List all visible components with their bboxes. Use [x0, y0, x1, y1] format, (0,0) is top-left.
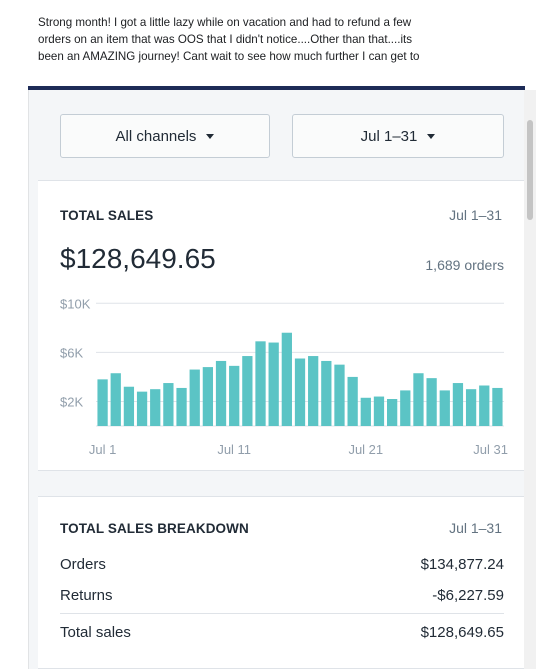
total-sales-card: TOTAL SALES Jul 1–31 $128,649.65 1,689 o…: [38, 180, 524, 471]
chart-bar[interactable]: [492, 387, 503, 426]
y-tick-label: $6K: [60, 345, 83, 360]
chart-bar[interactable]: [97, 379, 108, 426]
post-line-1: Strong month! I got a little lazy while …: [38, 16, 412, 29]
chart-bar[interactable]: [334, 364, 345, 426]
chart-bar[interactable]: [136, 391, 148, 426]
chart-bar[interactable]: [413, 373, 424, 426]
sales-breakdown-card: TOTAL SALES BREAKDOWN Jul 1–31 Orders $1…: [38, 496, 524, 669]
chart-bar[interactable]: [347, 376, 358, 426]
chart-bar[interactable]: [281, 332, 292, 426]
chevron-down-icon: [427, 133, 436, 139]
x-tick-label: Jul 31: [473, 442, 508, 457]
chart-bar[interactable]: [452, 383, 464, 426]
row-value: $128,649.65: [420, 624, 504, 641]
row-label: Returns: [60, 587, 113, 604]
breakdown-title: TOTAL SALES BREAKDOWN: [60, 521, 249, 536]
row-label: Orders: [60, 556, 106, 573]
scrollbar-thumb[interactable]: [527, 120, 533, 220]
breakdown-divider: [60, 613, 504, 614]
total-sales-date: Jul 1–31: [449, 207, 502, 223]
y-tick-label: $2K: [60, 394, 83, 409]
chart-bar[interactable]: [360, 397, 371, 426]
total-sales-amount: $128,649.65: [60, 243, 216, 274]
row-value: -$6,227.59: [432, 587, 504, 604]
date-range-button[interactable]: Jul 1–31: [292, 114, 504, 158]
chart-bar[interactable]: [176, 387, 187, 426]
breakdown-date: Jul 1–31: [449, 520, 502, 536]
chart-bar[interactable]: [294, 358, 306, 427]
chart-bar[interactable]: [229, 365, 240, 426]
y-tick-label: $10K: [60, 296, 91, 311]
channel-filter-label: All channels: [115, 127, 197, 145]
row-label: Total sales: [60, 624, 131, 641]
chart-bar[interactable]: [321, 360, 332, 426]
chart-bar[interactable]: [479, 385, 490, 427]
x-tick-label: Jul 21: [348, 442, 383, 457]
chart-bar[interactable]: [215, 360, 227, 426]
total-sales-title: TOTAL SALES: [60, 208, 154, 223]
chart-bar[interactable]: [163, 383, 174, 426]
chart-bar[interactable]: [202, 367, 214, 426]
chart-bar[interactable]: [255, 341, 266, 426]
sales-bar-chart: $10K $6K $2K Jul 1 Jul 11 Jul 21 Jul 31: [60, 296, 508, 457]
x-tick-label: Jul 11: [217, 442, 251, 457]
chart-bar[interactable]: [465, 389, 477, 426]
chart-bar[interactable]: [387, 399, 398, 426]
row-value: $134,877.24: [420, 556, 504, 573]
chart-bar[interactable]: [110, 373, 121, 426]
channel-filter-button[interactable]: All channels: [60, 114, 270, 158]
date-range-label: Jul 1–31: [360, 127, 418, 145]
post-line-3: been an AMAZING journey! Cant wait to se…: [38, 50, 420, 63]
chart-bar[interactable]: [242, 356, 253, 426]
orders-count: 1,689 orders: [425, 257, 504, 273]
post-caption: Strong month! I got a little lazy while …: [0, 0, 536, 86]
chevron-down-icon: [206, 133, 215, 139]
chart-bar[interactable]: [150, 389, 161, 426]
chart-bar[interactable]: [189, 369, 200, 426]
chart-bar[interactable]: [123, 386, 135, 426]
chart-bar[interactable]: [439, 390, 450, 426]
chart-bar[interactable]: [400, 390, 411, 426]
x-tick-label: Jul 1: [89, 442, 116, 457]
chart-bar[interactable]: [373, 396, 385, 426]
chart-bar[interactable]: [426, 378, 437, 426]
chart-bar[interactable]: [308, 356, 319, 426]
post-line-2: orders on an item that was OOS that I di…: [38, 33, 413, 46]
chart-bar[interactable]: [268, 342, 279, 426]
